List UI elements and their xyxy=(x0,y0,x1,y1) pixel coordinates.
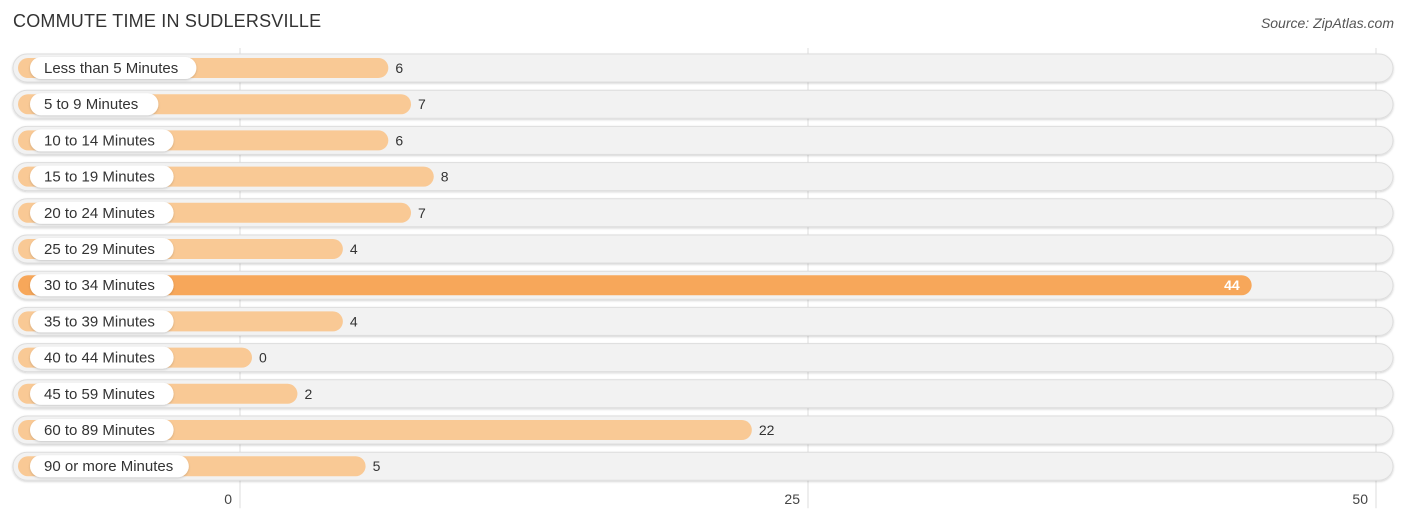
value-label: 7 xyxy=(418,205,426,221)
bar-row: 35 to 39 Minutes 4 xyxy=(12,306,1394,336)
x-tick-label: 25 xyxy=(784,491,800,507)
category-label: 5 to 9 Minutes xyxy=(44,96,138,113)
category-label: Less than 5 Minutes xyxy=(44,60,178,77)
category-label: 20 to 24 Minutes xyxy=(44,205,155,222)
value-label: 2 xyxy=(304,386,312,402)
bar-row: 60 to 89 Minutes 22 xyxy=(12,415,1394,445)
value-label: 22 xyxy=(759,422,775,438)
bar xyxy=(18,275,1252,296)
category-label: 35 to 39 Minutes xyxy=(44,313,155,330)
value-label: 5 xyxy=(373,458,381,474)
bar-row: 20 to 24 Minutes 7 xyxy=(12,198,1394,228)
category-label: 10 to 14 Minutes xyxy=(44,132,155,149)
category-label: 30 to 34 Minutes xyxy=(44,277,155,294)
bar-rows: Less than 5 Minutes 6 5 to 9 Minutes 7 10 to… xyxy=(12,53,1394,481)
bar-row: 90 or more Minutes 5 xyxy=(12,451,1394,481)
x-tick-label: 0 xyxy=(224,491,232,507)
value-label: 6 xyxy=(395,132,403,148)
value-label: 6 xyxy=(395,60,403,76)
category-label: 45 to 59 Minutes xyxy=(44,386,155,403)
bar-row: 45 to 59 Minutes 2 xyxy=(12,379,1394,409)
bar-row: 30 to 34 Minutes 44 xyxy=(12,270,1394,300)
category-label: 40 to 44 Minutes xyxy=(44,350,155,367)
x-axis-ticks: 0 25 50 xyxy=(224,491,1368,507)
value-label: 8 xyxy=(441,169,449,185)
value-label: 4 xyxy=(350,313,358,329)
value-label: 4 xyxy=(350,241,358,257)
value-label: 44 xyxy=(1224,277,1240,293)
category-label: 25 to 29 Minutes xyxy=(44,241,155,258)
bar-row: 15 to 19 Minutes 8 xyxy=(12,162,1394,192)
x-tick-label: 50 xyxy=(1352,491,1368,507)
bar-row: Less than 5 Minutes 6 xyxy=(12,53,1394,83)
category-label: 90 or more Minutes xyxy=(44,458,173,475)
value-label: 7 xyxy=(418,96,426,112)
bar-row: 5 to 9 Minutes 7 xyxy=(12,89,1394,119)
bar-chart: Less than 5 Minutes 6 5 to 9 Minutes 7 10 to… xyxy=(12,48,1394,509)
bar-row: 40 to 44 Minutes 0 xyxy=(12,343,1394,373)
category-label: 15 to 19 Minutes xyxy=(44,169,155,186)
value-label: 0 xyxy=(259,350,267,366)
category-label: 60 to 89 Minutes xyxy=(44,422,155,439)
bar-row: 25 to 29 Minutes 4 xyxy=(12,234,1394,264)
bar-row: 10 to 14 Minutes 6 xyxy=(12,125,1394,155)
